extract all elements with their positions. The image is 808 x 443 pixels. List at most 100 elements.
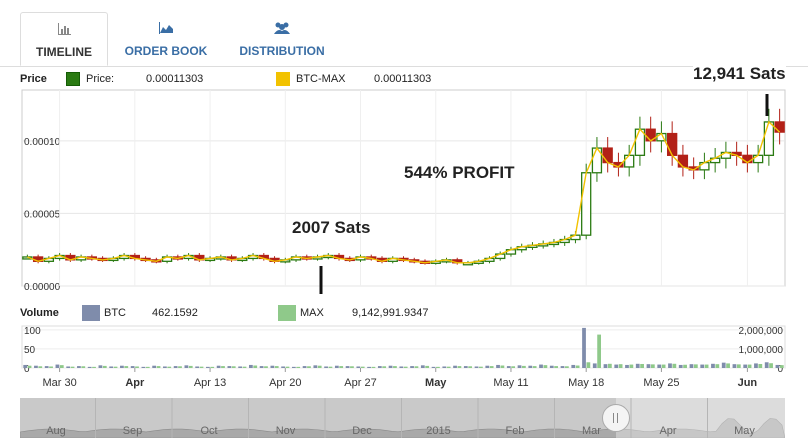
max-volume-bar	[747, 364, 752, 368]
max-volume-bar	[253, 365, 258, 368]
btc-volume-value: 462.1592	[152, 307, 198, 319]
max-volume-bar	[307, 366, 311, 368]
max-volume-bar	[242, 366, 247, 368]
btc-volume-bar	[775, 364, 780, 368]
annotation-sats-high: 12,941 Sats	[693, 64, 786, 84]
btc-max-swatch	[276, 72, 290, 86]
btc-volume-bar	[313, 365, 318, 368]
x-axis-label: May 25	[643, 377, 679, 389]
btc-volume-bar	[700, 364, 705, 368]
price-series-name: Price:	[86, 73, 115, 85]
btc-volume-bar	[87, 366, 92, 368]
max-volume-bar	[113, 366, 118, 368]
max-volume-bar	[178, 366, 182, 368]
max-volume-bar	[221, 366, 225, 368]
max-volume-bar	[564, 366, 569, 368]
btc-volume-bar	[152, 365, 157, 368]
btc-volume-bar	[367, 366, 371, 368]
btc-volume-bar	[291, 366, 296, 368]
navigator-label: 2015	[426, 425, 450, 437]
price-candle	[763, 121, 775, 156]
btc-volume-bar	[711, 363, 715, 368]
max-volume-bar	[446, 366, 451, 368]
max-volume-bar	[264, 366, 268, 368]
max-volume-bar	[393, 366, 397, 368]
tab-bar: TIMELINE ORDER BOOK DISTRIBUTION	[0, 0, 808, 67]
btc-volume-bar	[98, 365, 103, 368]
price-candle	[699, 161, 710, 171]
x-axis-label: May 11	[493, 377, 528, 389]
x-axis-label: Apr 20	[269, 377, 301, 389]
max-volume-bar	[779, 365, 784, 368]
btc-volume-bar	[163, 366, 167, 368]
max-volume-bar	[403, 366, 408, 368]
btc-volume-bar	[689, 364, 694, 368]
btc-volume-bar	[259, 366, 264, 368]
volume-plot-area	[21, 325, 786, 369]
navigator-label: Dec	[352, 425, 372, 437]
tab-label: TIMELINE	[36, 45, 92, 59]
tab-order-book[interactable]: ORDER BOOK	[118, 12, 214, 66]
btc-volume-bar	[410, 366, 414, 368]
max-volume-swatch	[278, 305, 296, 321]
btc-volume-bar	[453, 365, 457, 368]
btc-volume-bar	[431, 366, 436, 368]
max-volume-bar	[167, 366, 172, 368]
max-volume-bar	[274, 366, 279, 368]
max-volume-bar	[629, 364, 634, 368]
max-volume-bar	[618, 364, 623, 368]
max-volume-bar	[650, 364, 655, 368]
volume-chart[interactable]: 1005002,000,0001,000,0000Mar 30 Apr Apr 13…	[0, 322, 808, 396]
volume-left-tick-label: 100	[24, 326, 41, 337]
x-axis-label: Apr 27	[344, 377, 376, 389]
navigator-label: Oct	[200, 425, 217, 437]
max-volume-bar	[693, 364, 698, 368]
navigator-handle[interactable]	[602, 404, 630, 432]
btc-volume-bar	[764, 362, 769, 368]
volume-right-tick-label: 1,000,000	[739, 345, 784, 356]
price-tick-label: 0.00005	[24, 209, 61, 220]
btc-volume-bar	[603, 364, 608, 368]
navigator-label: Nov	[276, 425, 296, 437]
max-volume-bar	[672, 363, 677, 368]
max-volume-bar	[414, 366, 419, 368]
max-volume-bar	[70, 366, 75, 368]
btc-volume-bar	[206, 366, 210, 368]
max-volume-bar	[188, 365, 193, 368]
btc-volume-bar	[549, 365, 554, 368]
btc-volume-bar	[216, 365, 221, 368]
btc-volume-bar	[77, 366, 81, 368]
tab-distribution[interactable]: DISTRIBUTION	[228, 12, 336, 66]
max-volume-bar	[736, 364, 741, 368]
max-volume-bar	[38, 366, 43, 368]
max-volume-bar	[296, 366, 301, 368]
btc-volume-bar	[195, 366, 200, 368]
max-volume-bar	[360, 366, 365, 368]
navigator-label: Feb	[506, 425, 525, 437]
navigator-chart: Aug Sep Oct Nov Dec 2015 Feb Mar Apr May	[18, 398, 786, 439]
area-chart-icon	[118, 22, 214, 38]
btc-volume-bar	[173, 366, 178, 368]
btc-volume-bar	[496, 364, 500, 368]
price-candle	[774, 121, 785, 133]
tab-timeline[interactable]: TIMELINE	[20, 12, 108, 66]
max-volume-bar	[726, 363, 730, 368]
max-volume-bar	[382, 366, 387, 368]
btc-volume-bar	[592, 363, 597, 368]
navigator-label: Apr	[659, 425, 676, 437]
price-chart[interactable]: 0.00000 0.00005 0.00010	[0, 88, 808, 294]
max-volume-bar	[586, 362, 591, 368]
btc-volume-bar	[356, 366, 361, 368]
btc-volume-bar	[571, 364, 576, 368]
max-volume-bar	[371, 366, 376, 368]
max-volume-bar	[59, 365, 64, 368]
btc-volume-bar	[506, 366, 511, 368]
max-volume-bar	[715, 364, 720, 368]
max-volume-bar	[135, 366, 139, 368]
btc-volume-bar	[517, 365, 522, 368]
range-navigator[interactable]: Aug Sep Oct Nov Dec 2015 Feb Mar Apr May	[18, 398, 786, 439]
max-volume-bar	[489, 366, 494, 368]
btc-max-series-name: BTC-MAX	[296, 73, 346, 85]
max-volume-bar	[769, 363, 773, 368]
btc-volume-bar	[109, 366, 114, 368]
